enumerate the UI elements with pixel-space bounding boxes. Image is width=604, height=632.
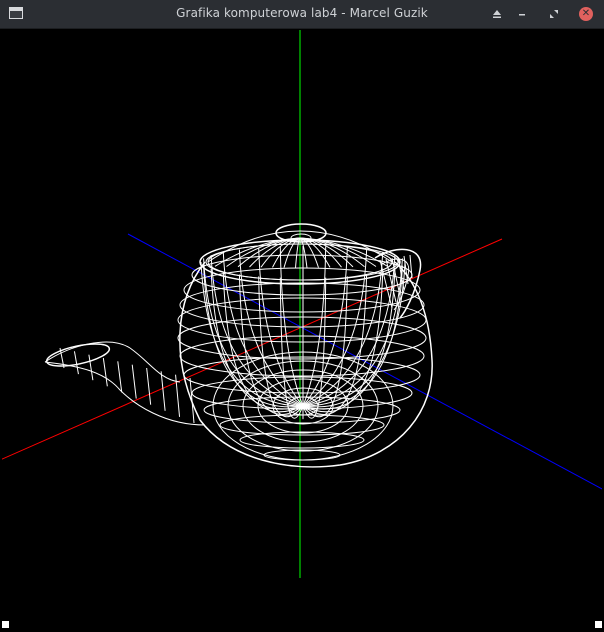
spout-line (88, 354, 94, 381)
minimize-icon (519, 14, 525, 16)
body-ring (239, 431, 365, 449)
opengl-viewport[interactable] (0, 29, 604, 628)
x-axis-line (0, 238, 503, 461)
spout-line (146, 367, 152, 405)
resize-handle-bottom-left[interactable] (2, 621, 9, 628)
maximize-button[interactable] (545, 5, 563, 23)
close-icon: ✕ (579, 7, 593, 21)
spout-line (189, 377, 195, 424)
spout-line (160, 371, 166, 411)
body-meridian (210, 268, 304, 410)
body-ring (263, 449, 341, 461)
spout-line (73, 351, 79, 375)
application-window: Grafika komputerowa lab4 - Marcel Guzik … (0, 0, 604, 630)
maximize-icon (550, 10, 558, 18)
resize-handle-bottom-right[interactable] (595, 621, 602, 628)
close-button[interactable]: ✕ (577, 5, 595, 23)
spout-line (102, 357, 108, 387)
spout-opening (45, 343, 111, 367)
eject-triangle-icon (493, 10, 501, 18)
spout-bottom (44, 361, 206, 426)
spout-line (59, 347, 65, 369)
handle-line (409, 254, 413, 279)
teapot-scene (0, 30, 604, 578)
body-meridian (302, 251, 384, 407)
teapot-wireframe (44, 223, 433, 468)
spout-line (131, 364, 137, 399)
body-meridian (302, 246, 327, 407)
shade-button[interactable] (488, 5, 506, 23)
spout-top (44, 341, 181, 383)
minimize-button[interactable] (513, 5, 531, 23)
body-ring (177, 316, 427, 360)
title-bar[interactable]: Grafika komputerowa lab4 - Marcel Guzik … (0, 0, 604, 29)
